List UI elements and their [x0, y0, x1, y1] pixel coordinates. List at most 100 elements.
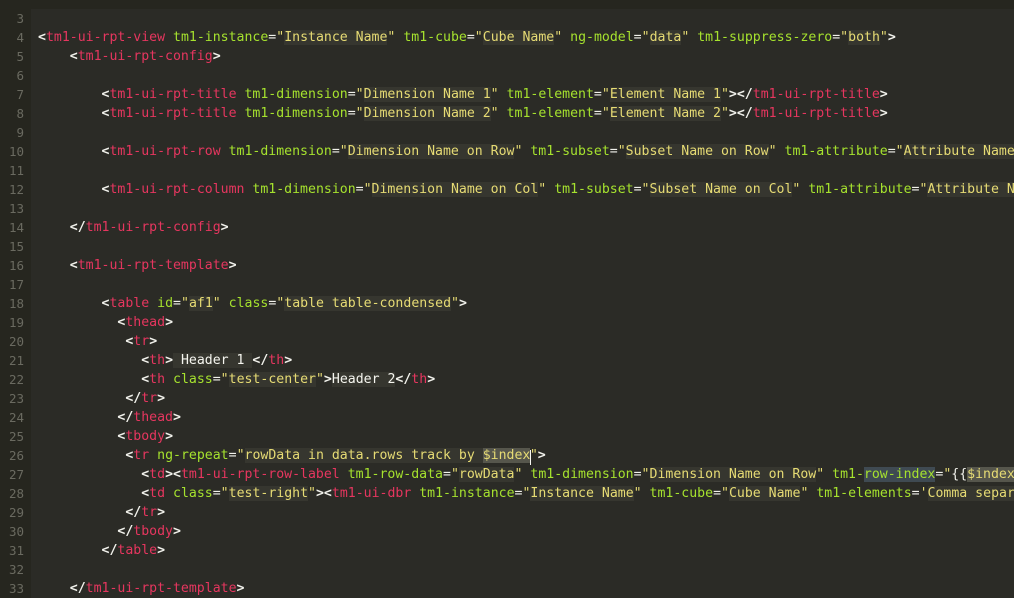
- code-line[interactable]: <td class="test-right"><tm1-ui-dbr tm1-i…: [38, 484, 1014, 503]
- attribute-name: tm1-row-data: [347, 467, 443, 482]
- line-number: 32: [8, 562, 24, 577]
- attribute-name: tm1-instance: [419, 486, 515, 501]
- attribute-value: rowData in data.rows track by: [244, 448, 483, 463]
- code-line[interactable]: [38, 275, 1014, 294]
- code-line[interactable]: </tr>: [38, 389, 1014, 408]
- code-line[interactable]: [38, 237, 1014, 256]
- tag-name: tm1-ui-rpt-row: [109, 144, 221, 159]
- attribute-value: test-center: [228, 372, 316, 387]
- line-number: 12: [8, 182, 24, 197]
- code-line[interactable]: [38, 560, 1014, 579]
- code-line[interactable]: </tr>: [38, 503, 1014, 522]
- attribute-value: Dimension Name on Col: [371, 182, 539, 197]
- code-line[interactable]: [38, 199, 1014, 218]
- tag-name: tm1-ui-rpt-row-label: [180, 467, 340, 482]
- line-number: 21: [8, 353, 24, 368]
- code-content-area[interactable]: <tm1-ui-rpt-view tm1-instance="Instance …: [31, 0, 1014, 598]
- line-number: 18: [8, 296, 24, 311]
- line-number-list: 3 4 5 6 7 8 9 10 11 12 13 14 15 16 17 18…: [0, 9, 31, 598]
- attribute-name: tm1-elements: [816, 486, 912, 501]
- attribute-value: Cube Name: [728, 486, 801, 501]
- line-number: 5: [16, 49, 24, 64]
- attribute-value: Element Name 1: [609, 87, 721, 102]
- line-number: 31: [8, 543, 24, 558]
- attribute-value: table table-condensed: [284, 296, 452, 311]
- code-line[interactable]: </tm1-ui-rpt-config>: [38, 218, 1014, 237]
- code-line[interactable]: <tm1-ui-rpt-config>: [38, 47, 1014, 66]
- line-number: 9: [16, 125, 24, 140]
- occurrence-highlight-index: $index: [967, 467, 1014, 482]
- attribute-value: Instance Name: [284, 30, 388, 45]
- tag-name: tm1-ui-rpt-title: [109, 87, 237, 102]
- line-number: 30: [8, 524, 24, 539]
- code-lines: <tm1-ui-rpt-view tm1-instance="Instance …: [31, 9, 1014, 598]
- tag-name: table: [109, 296, 150, 311]
- tag-close-bracket: >: [212, 49, 221, 64]
- code-line[interactable]: <tr>: [38, 332, 1014, 351]
- code-line-active[interactable]: <tr ng-repeat="rowData in data.rows trac…: [38, 446, 1014, 465]
- code-line[interactable]: <td><tm1-ui-rpt-row-label tm1-row-data="…: [38, 465, 1014, 484]
- code-editor[interactable]: 3 4 5 6 7 8 9 10 11 12 13 14 15 16 17 18…: [0, 0, 1014, 598]
- code-line[interactable]: <tm1-ui-rpt-row tm1-dimension="Dimension…: [38, 142, 1014, 161]
- attribute-name: tm1-dimension: [252, 182, 356, 197]
- attribute-value: Attribute Name on: [927, 182, 1014, 197]
- code-line[interactable]: <th class="test-center">Header 2</th>: [38, 370, 1014, 389]
- code-line[interactable]: <tm1-ui-rpt-column tm1-dimension="Dimens…: [38, 180, 1014, 199]
- code-line[interactable]: <tbody>: [38, 427, 1014, 446]
- code-line[interactable]: </thead>: [38, 408, 1014, 427]
- editor-top-strip: [0, 0, 1014, 9]
- tag-name: tm1-ui-rpt-config: [77, 49, 213, 64]
- attribute-name: tm1-dimension: [244, 87, 348, 102]
- code-line[interactable]: </tm1-ui-rpt-template>: [38, 579, 1014, 598]
- attribute-name: tm1-attribute: [784, 144, 888, 159]
- code-line[interactable]: [38, 123, 1014, 142]
- tag-close-bracket: >: [887, 30, 896, 45]
- line-number: 29: [8, 505, 24, 520]
- attribute-name: ng-repeat: [157, 448, 229, 463]
- attribute-name: tm1-dimension: [530, 467, 634, 482]
- attribute-value: Subset Name on Col: [649, 182, 793, 197]
- line-number: 3: [16, 11, 24, 26]
- attribute-name: ng-model: [570, 30, 634, 45]
- code-line[interactable]: </table>: [38, 541, 1014, 560]
- tag-name: tm1-ui-rpt-template: [85, 581, 237, 596]
- attribute-name: tm1-cube: [649, 486, 714, 501]
- line-number: 24: [8, 410, 24, 425]
- line-number: 13: [8, 201, 24, 216]
- line-number: 25: [8, 429, 24, 444]
- attribute-value: rowData: [458, 467, 515, 482]
- code-line[interactable]: </tbody>: [38, 522, 1014, 541]
- tag-name: td: [149, 467, 166, 482]
- attribute-name: tm1-suppress-zero: [697, 30, 833, 45]
- tag-name: th: [411, 372, 428, 387]
- attribute-value: Comma separated ele: [927, 486, 1014, 501]
- attribute-name: tm1-element: [506, 106, 594, 121]
- code-line[interactable]: <tm1-ui-rpt-view tm1-instance="Instance …: [38, 28, 1014, 47]
- code-line[interactable]: <th> Header 1 </th>: [38, 351, 1014, 370]
- tag-name: th: [268, 353, 285, 368]
- code-line[interactable]: [38, 161, 1014, 180]
- code-line[interactable]: [38, 9, 1014, 28]
- tag-name: tm1-ui-dbr: [331, 486, 412, 501]
- code-line[interactable]: <tm1-ui-rpt-title tm1-dimension="Dimensi…: [38, 85, 1014, 104]
- line-number: 28: [8, 486, 24, 501]
- line-number: 20: [8, 334, 24, 349]
- code-line[interactable]: <thead>: [38, 313, 1014, 332]
- tag-name: tr: [141, 505, 158, 520]
- code-line[interactable]: <table id="af1" class="table table-conde…: [38, 294, 1014, 313]
- code-line[interactable]: [38, 66, 1014, 85]
- table-header-text: Header 1: [173, 353, 253, 368]
- attribute-name: tm1-subset: [530, 144, 610, 159]
- line-number: 19: [8, 315, 24, 330]
- line-number: 8: [16, 106, 24, 121]
- attribute-value: data: [649, 30, 682, 45]
- code-line[interactable]: <tm1-ui-rpt-template>: [38, 256, 1014, 275]
- line-number: 33: [8, 581, 24, 596]
- tag-name: tbody: [125, 429, 166, 444]
- line-number: 14: [8, 220, 24, 235]
- attribute-name: class: [173, 372, 213, 387]
- tag-name: tm1-ui-rpt-template: [77, 258, 229, 273]
- attribute-name: tm1-dimension: [244, 106, 348, 121]
- code-line[interactable]: <tm1-ui-rpt-title tm1-dimension="Dimensi…: [38, 104, 1014, 123]
- tag-open-bracket: <: [69, 49, 78, 64]
